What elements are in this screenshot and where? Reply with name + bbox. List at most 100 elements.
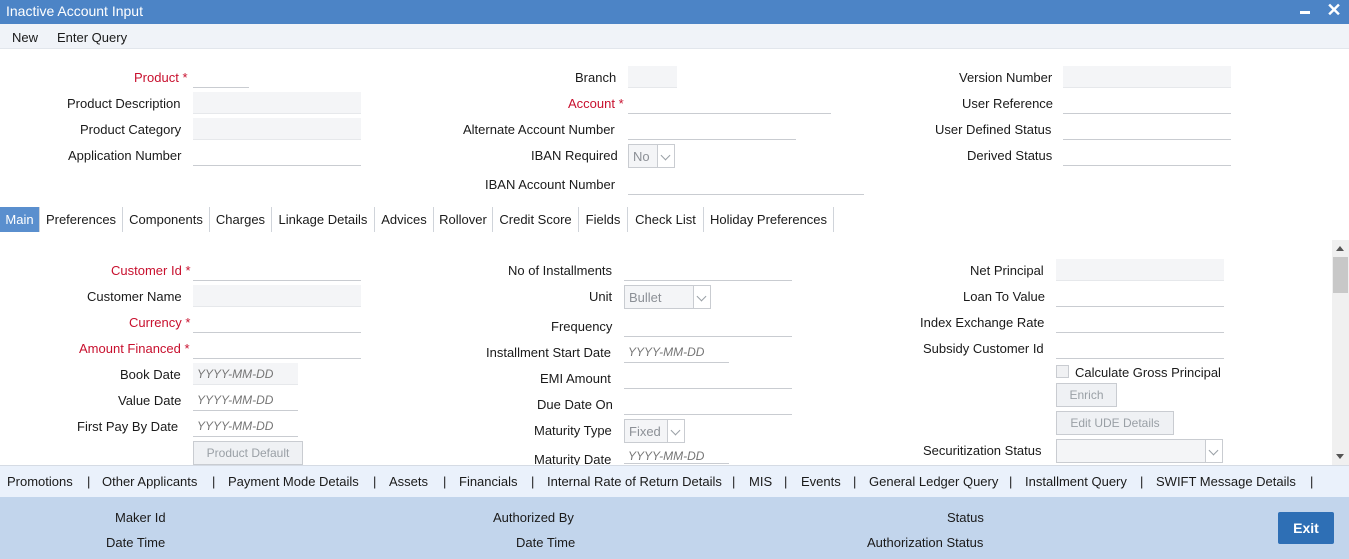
main-scrollbar[interactable] <box>1332 240 1349 465</box>
application-number-label: Application Number <box>68 148 182 163</box>
application-number-field[interactable] <box>193 144 361 166</box>
tab-fields[interactable]: Fields <box>579 207 628 232</box>
customer-name-field <box>193 285 361 307</box>
product-description-label: Product Description <box>67 96 181 111</box>
no-of-installments-field[interactable] <box>624 259 792 281</box>
checker-date-time-label: Date Time <box>516 535 576 550</box>
subsidy-customer-id-label: Subsidy Customer Id <box>923 341 1044 356</box>
emi-amount-label: EMI Amount <box>540 371 611 386</box>
net-principal-field <box>1056 259 1224 281</box>
subsidy-customer-id-field[interactable] <box>1056 337 1224 359</box>
frequency-field[interactable] <box>624 315 792 337</box>
link-payment-mode-details[interactable]: Payment Mode Details <box>228 474 359 489</box>
tab-linkage-details[interactable]: Linkage Details <box>272 207 375 232</box>
user-defined-status-field[interactable] <box>1063 118 1231 140</box>
tab-advices[interactable]: Advices <box>375 207 434 232</box>
link-other-applicants[interactable]: Other Applicants <box>102 474 197 489</box>
no-of-installments-label: No of Installments <box>508 263 613 278</box>
tab-holiday-preferences[interactable]: Holiday Preferences <box>704 207 834 232</box>
maker-date-time-label: Date Time <box>106 535 166 550</box>
status-label: Status <box>947 510 984 525</box>
menu-enter-query[interactable]: Enter Query <box>57 30 127 45</box>
maturity-date-field[interactable] <box>624 448 729 464</box>
unit-value: Bullet <box>629 290 662 305</box>
menu-new[interactable]: New <box>12 30 38 45</box>
installment-start-date-field[interactable] <box>624 341 729 363</box>
exit-button[interactable]: Exit <box>1278 512 1334 544</box>
calculate-gross-principal-checkbox[interactable] <box>1056 365 1069 378</box>
index-exchange-rate-field[interactable] <box>1056 311 1224 333</box>
scroll-down-icon[interactable] <box>1336 454 1344 459</box>
tab-check-list[interactable]: Check List <box>628 207 704 232</box>
customer-name-label: Customer Name <box>87 289 182 304</box>
product-category-field <box>193 118 361 140</box>
product-field[interactable] <box>193 66 249 88</box>
tab-preferences[interactable]: Preferences <box>40 207 123 232</box>
enrich-button[interactable]: Enrich <box>1056 383 1117 407</box>
audit-footer: Maker Id Date Time Authorized By Date Ti… <box>0 497 1349 559</box>
tab-credit-score[interactable]: Credit Score <box>493 207 579 232</box>
alternate-account-field[interactable] <box>628 118 796 140</box>
link-swift-message-details[interactable]: SWIFT Message Details <box>1156 474 1296 489</box>
index-exchange-rate-label: Index Exchange Rate <box>920 315 1045 330</box>
link-assets[interactable]: Assets <box>389 474 428 489</box>
iban-required-label: IBAN Required <box>531 148 618 163</box>
tab-main[interactable]: Main <box>0 207 40 232</box>
iban-required-value: No <box>633 149 650 164</box>
maker-id-label: Maker Id <box>115 510 166 525</box>
value-date-label: Value Date <box>118 393 182 408</box>
tab-rollover[interactable]: Rollover <box>434 207 493 232</box>
link-separator: | <box>212 474 216 489</box>
derived-status-field[interactable] <box>1063 144 1231 166</box>
iban-account-field[interactable] <box>628 173 864 195</box>
version-number-label: Version Number <box>959 70 1053 85</box>
value-date-field[interactable] <box>193 389 298 411</box>
link-events[interactable]: Events <box>801 474 841 489</box>
link-separator: | <box>732 474 736 489</box>
product-category-label: Product Category <box>80 122 182 137</box>
user-reference-field[interactable] <box>1063 92 1231 114</box>
maturity-type-label: Maturity Type <box>534 423 612 438</box>
amount-financed-label: Amount Financed * <box>79 341 190 356</box>
loan-to-value-field[interactable] <box>1056 285 1224 307</box>
currency-field[interactable] <box>193 311 361 333</box>
tab-components[interactable]: Components <box>123 207 210 232</box>
link-separator: | <box>443 474 447 489</box>
scroll-thumb[interactable] <box>1333 257 1348 293</box>
account-field[interactable] <box>628 92 831 114</box>
link-separator: | <box>853 474 857 489</box>
amount-financed-field[interactable] <box>193 337 361 359</box>
first-pay-by-date-field[interactable] <box>193 415 298 437</box>
product-default-button[interactable]: Product Default <box>193 441 303 465</box>
net-principal-label: Net Principal <box>970 263 1044 278</box>
authorization-status-label: Authorization Status <box>867 535 984 550</box>
edit-ude-details-button[interactable]: Edit UDE Details <box>1056 411 1174 435</box>
link-separator: | <box>1310 474 1314 489</box>
emi-amount-field[interactable] <box>624 367 792 389</box>
close-icon[interactable]: ✕ <box>1324 0 1344 22</box>
securitization-status-select[interactable] <box>1056 439 1223 463</box>
unit-select[interactable]: Bullet <box>624 285 711 309</box>
link-general-ledger-query[interactable]: General Ledger Query <box>869 474 998 489</box>
due-date-on-label: Due Date On <box>537 397 613 412</box>
frequency-label: Frequency <box>551 319 613 334</box>
maturity-type-select[interactable]: Fixed <box>624 419 685 443</box>
first-pay-by-date-label: First Pay By Date <box>77 419 179 434</box>
link-promotions[interactable]: Promotions <box>7 474 73 489</box>
book-date-label: Book Date <box>120 367 181 382</box>
minimize-icon[interactable] <box>1297 1 1313 21</box>
link-separator: | <box>1009 474 1013 489</box>
chevron-down-icon <box>1205 440 1222 462</box>
tab-charges[interactable]: Charges <box>210 207 272 232</box>
calculate-gross-principal-label: Calculate Gross Principal <box>1075 365 1221 380</box>
link-mis[interactable]: MIS <box>749 474 772 489</box>
iban-required-select[interactable]: No <box>628 144 675 168</box>
scroll-up-icon[interactable] <box>1336 246 1344 251</box>
link-financials[interactable]: Financials <box>459 474 518 489</box>
link-internal-rate-of-return-details[interactable]: Internal Rate of Return Details <box>547 474 722 489</box>
link-installment-query[interactable]: Installment Query <box>1025 474 1127 489</box>
due-date-on-field[interactable] <box>624 393 792 415</box>
link-separator: | <box>1140 474 1144 489</box>
chevron-down-icon <box>693 286 710 308</box>
customer-id-field[interactable] <box>193 259 361 281</box>
